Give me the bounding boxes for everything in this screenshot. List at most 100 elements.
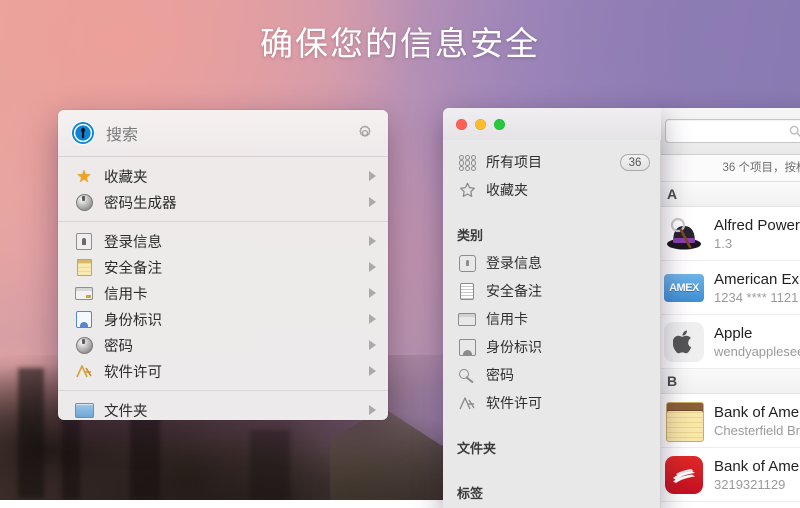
software-license-outline-icon: [457, 393, 477, 413]
mini-item-label: 密码: [104, 338, 133, 355]
zoom-button[interactable]: [494, 119, 505, 130]
credit-card-outline-icon: [457, 309, 477, 329]
mini-item-software-licenses[interactable]: 软件许可: [58, 358, 388, 384]
mini-item-favorites[interactable]: ★ 收藏夹: [58, 163, 388, 189]
list-item[interactable]: Apple wendyappleseed@: [655, 315, 800, 369]
sidebar-item-label: 软件许可: [486, 395, 542, 411]
password-icon: [74, 335, 94, 355]
mini-panel-header: 搜索: [58, 110, 388, 157]
credit-card-icon: [74, 283, 94, 303]
amex-card-icon: AMEX: [664, 268, 704, 308]
list-item[interactable]: Blah: [655, 502, 800, 508]
sidebar-item-identities[interactable]: 身份标识: [443, 333, 660, 361]
list-item[interactable]: AMEX American Express 1234 **** 1121: [655, 261, 800, 315]
wallpaper-streak: [250, 430, 290, 500]
mini-group-organize: 文件夹 标签: [58, 391, 388, 420]
submenu-arrow-icon: [369, 405, 376, 415]
minimize-button[interactable]: [475, 119, 486, 130]
mini-group-categories: 登录信息 安全备注 信用卡 身份标识 密码 软件许可: [58, 222, 388, 390]
sidebar-item-favorites[interactable]: 收藏夹: [443, 176, 660, 204]
mini-item-credit-cards[interactable]: 信用卡: [58, 280, 388, 306]
all-items-count-badge: 36: [620, 153, 650, 171]
folder-icon: [74, 400, 94, 420]
item-list-window: Search 36 个项目，按标 A Alfred Powerpack 1.3 …: [655, 108, 800, 508]
main-app-window: 所有项目 36 收藏夹 类别 登录信息 安全备注 信用卡 身份标识 密码 软件许…: [443, 108, 661, 508]
wallpaper-streak: [130, 412, 160, 500]
secure-note-outline-icon: [457, 281, 477, 301]
submenu-arrow-icon: [369, 197, 376, 207]
submenu-arrow-icon: [369, 236, 376, 246]
secure-note-icon: [74, 257, 94, 277]
submenu-arrow-icon: [369, 314, 376, 324]
wallpaper-streak: [18, 368, 44, 498]
list-item[interactable]: Bank of America Chesterfield Br: [655, 394, 800, 448]
sidebar-item-label: 密码: [486, 367, 514, 383]
sidebar-section-folders: 文件夹: [457, 441, 497, 456]
sidebar-item-passwords[interactable]: 密码: [443, 361, 660, 389]
submenu-arrow-icon: [369, 366, 376, 376]
star-icon: ★: [76, 166, 92, 186]
sidebar-item-label: 登录信息: [486, 255, 542, 271]
search-icon: [789, 125, 800, 138]
sidebar-item-software-licenses[interactable]: 软件许可: [443, 389, 660, 417]
mini-group-favorites: ★ 收藏夹 密码生成器: [58, 157, 388, 221]
mini-item-label: 软件许可: [104, 364, 162, 381]
item-count-label: 36 个项目，按标: [655, 155, 800, 182]
login-icon: [74, 231, 94, 251]
sidebar-item-label: 安全备注: [486, 283, 542, 299]
identity-icon: [74, 309, 94, 329]
submenu-arrow-icon: [369, 262, 376, 272]
submenu-arrow-icon: [369, 288, 376, 298]
sidebar-section-tags: 标签: [457, 486, 484, 501]
password-generator-icon: [74, 192, 94, 212]
list-group-header: B: [655, 369, 800, 394]
mini-item-label: 信用卡: [104, 286, 148, 303]
sidebar-item-label: 身份标识: [486, 339, 542, 355]
mini-item-label: 文件夹: [104, 403, 148, 420]
search-input[interactable]: Search: [665, 119, 800, 143]
mini-item-folders[interactable]: 文件夹: [58, 397, 388, 420]
key-outline-icon: [457, 365, 477, 385]
list-item-subtitle: wendyappleseed@: [714, 343, 800, 359]
mini-item-label: 收藏夹: [104, 169, 148, 186]
window-titlebar: [443, 108, 661, 140]
alfred-hat-icon: [664, 214, 704, 254]
list-item-subtitle: 1.3: [714, 235, 733, 251]
list-item-subtitle: Chesterfield Br: [714, 422, 800, 438]
mini-search-label[interactable]: 搜索: [106, 121, 356, 145]
list-item-title: Alfred Powerpack: [714, 216, 800, 234]
list-item[interactable]: Alfred Powerpack 1.3: [655, 207, 800, 261]
sidebar-item-logins[interactable]: 登录信息: [443, 249, 660, 277]
sidebar-item-credit-cards[interactable]: 信用卡: [443, 305, 660, 333]
sidebar-item-all-items[interactable]: 所有项目 36: [443, 148, 660, 176]
list-group-header: A: [655, 182, 800, 207]
mini-item-label: 密码生成器: [104, 195, 177, 212]
sidebar-item-label: 收藏夹: [486, 182, 528, 198]
item-list-toolbar: Search: [655, 108, 800, 155]
list-item-subtitle: 3219321129: [714, 476, 786, 492]
all-items-icon: [457, 152, 477, 172]
mini-item-secure-notes[interactable]: 安全备注: [58, 254, 388, 280]
mini-item-passwords[interactable]: 密码: [58, 332, 388, 358]
mini-item-identities[interactable]: 身份标识: [58, 306, 388, 332]
onepassword-mini-panel: 搜索 ★ 收藏夹 密码生成器 登录信息 安全备注 信用卡 身份标识 密码 软件许…: [58, 110, 388, 420]
mini-item-label: 登录信息: [104, 234, 162, 251]
mini-item-password-generator[interactable]: 密码生成器: [58, 189, 388, 215]
login-outline-icon: [457, 253, 477, 273]
sidebar-item-label: 信用卡: [486, 311, 528, 327]
main-window-sidebar: 所有项目 36 收藏夹 类别 登录信息 安全备注 信用卡 身份标识 密码 软件许…: [443, 140, 661, 508]
list-item-title: Bank of America: [714, 457, 800, 475]
list-item-title: American Express: [714, 270, 800, 288]
apple-logo-icon: [664, 321, 704, 362]
star-outline-icon: [457, 180, 477, 200]
gear-icon[interactable]: [356, 124, 374, 142]
close-button[interactable]: [456, 119, 467, 130]
mini-item-label: 安全备注: [104, 260, 162, 277]
mini-item-logins[interactable]: 登录信息: [58, 228, 388, 254]
yellow-notepad-icon: [664, 401, 704, 442]
list-item[interactable]: Bank of America 3219321129: [655, 448, 800, 502]
mini-item-label: 身份标识: [104, 312, 162, 329]
sidebar-item-label: 所有项目: [486, 154, 542, 170]
submenu-arrow-icon: [369, 171, 376, 181]
sidebar-item-secure-notes[interactable]: 安全备注: [443, 277, 660, 305]
